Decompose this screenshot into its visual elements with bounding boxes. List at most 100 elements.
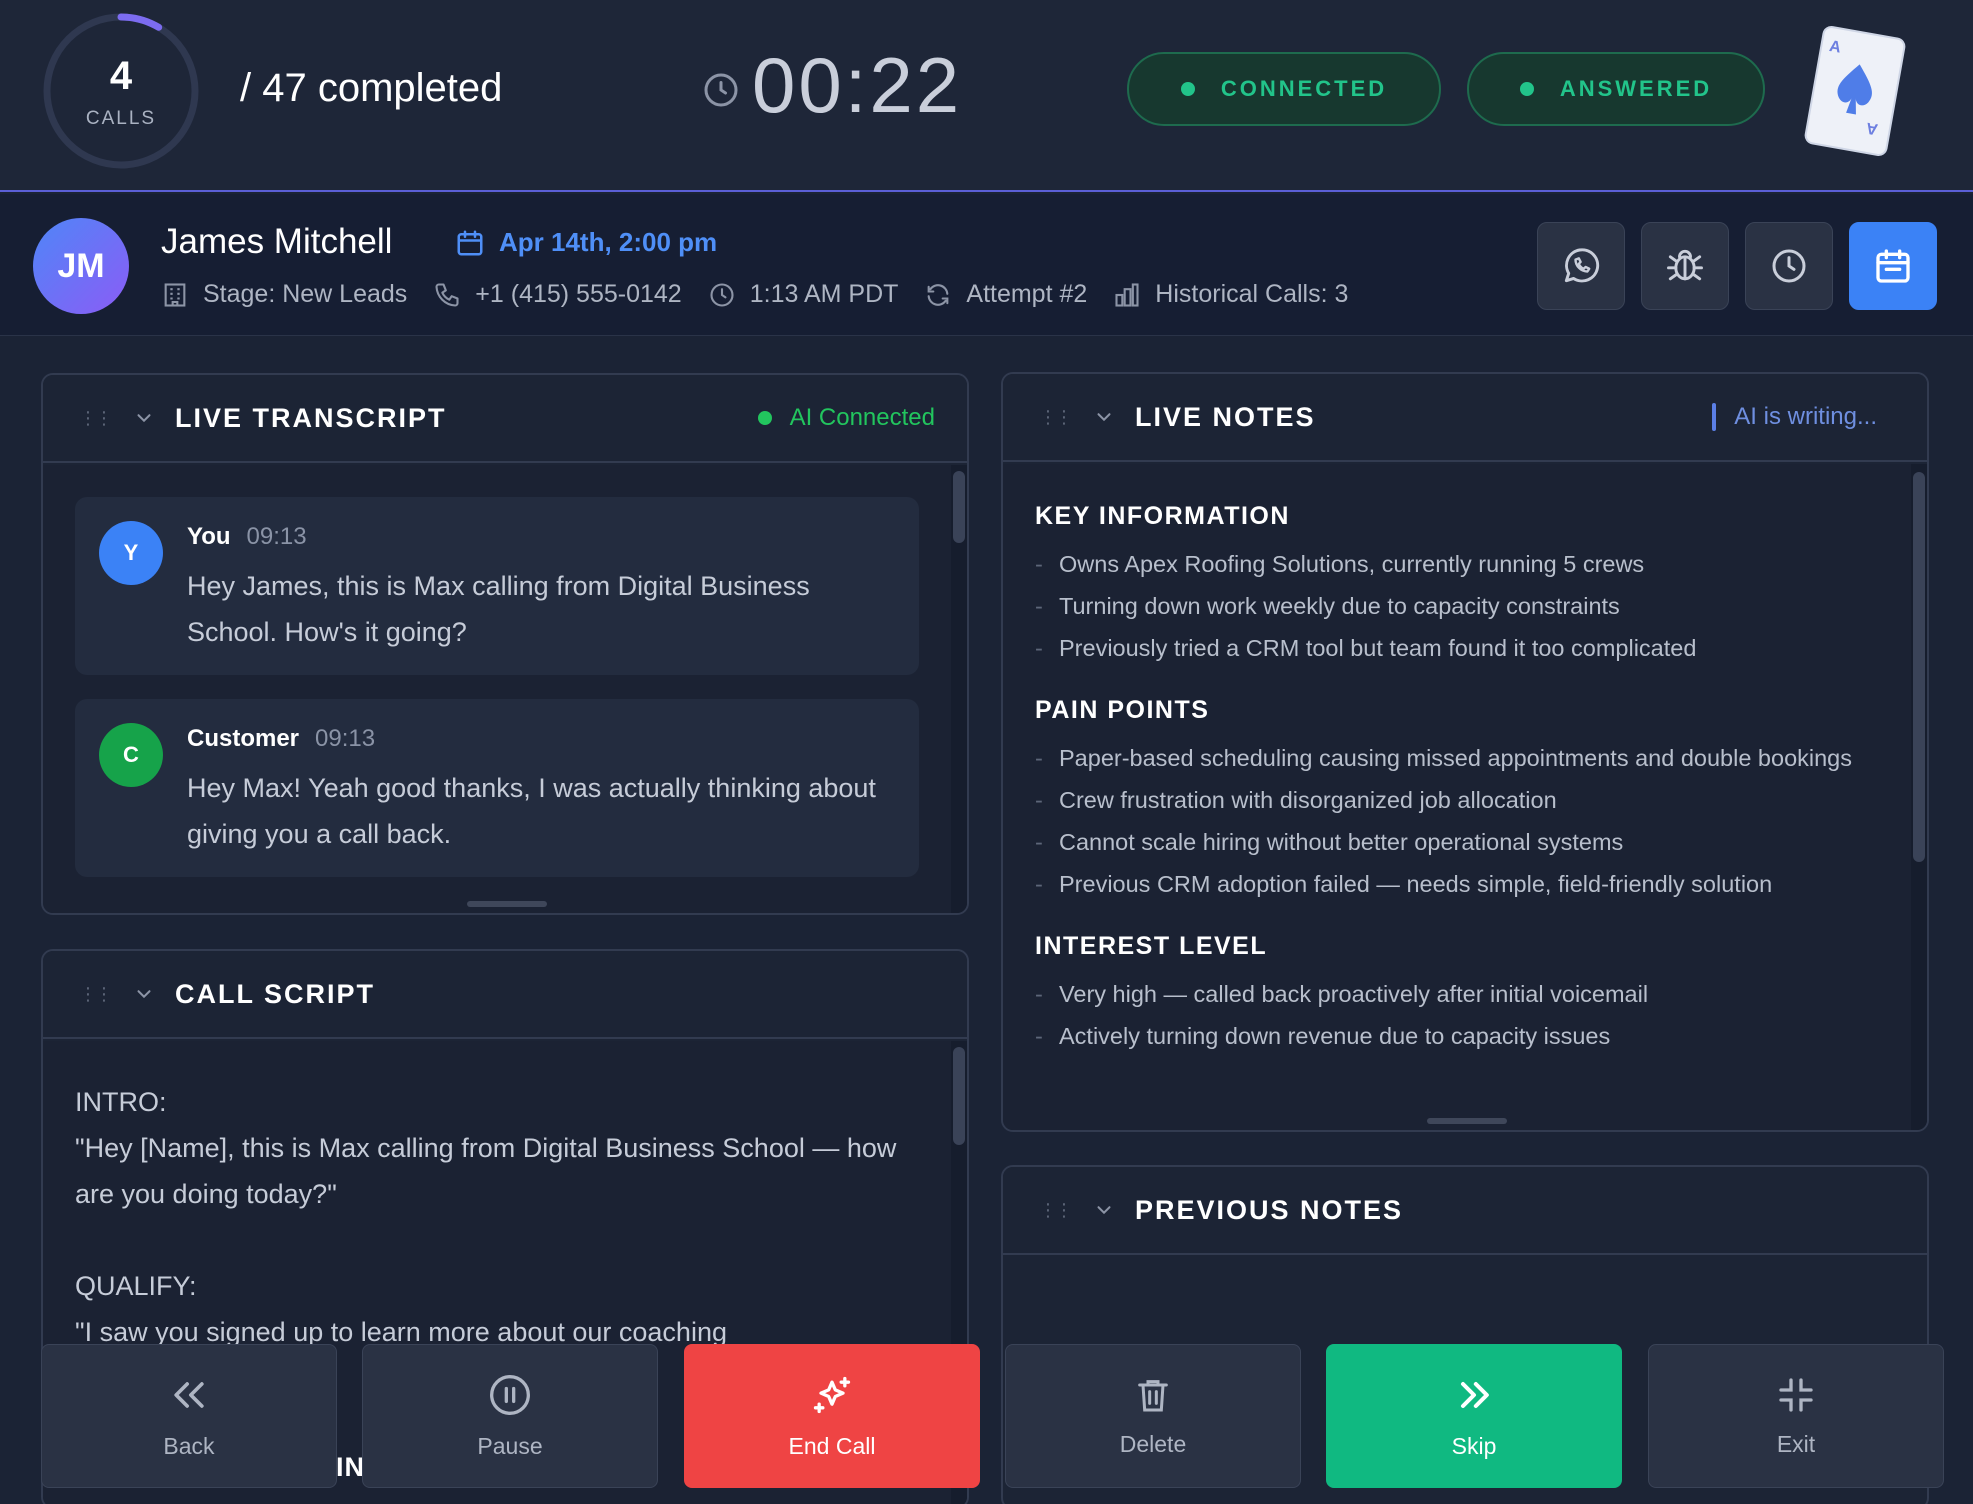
appointment-text: Apr 14th, 2:00 pm	[499, 227, 718, 257]
top-bar: 4 CALLS / 47 completed 00:22 CONNECTED A…	[0, 0, 1973, 192]
script-title: CALL SCRIPT	[175, 978, 376, 1009]
drag-handle-icon[interactable]: ⋮⋮	[1039, 407, 1073, 428]
chevrons-right-icon	[1460, 1381, 1489, 1408]
chevrons-left-icon	[174, 1381, 204, 1408]
speaker-name: You 09:13	[187, 523, 307, 551]
refresh-icon	[928, 283, 949, 306]
speaker-avatar: Y	[99, 521, 163, 585]
previous-notes-header: ⋮⋮ PREVIOUS NOTES	[1003, 1167, 1927, 1255]
local-time-info: 1:13 AM PDT	[708, 280, 899, 309]
end-call-button[interactable]: End Call	[684, 1344, 980, 1488]
list-item: Cannot scale hiring without better opera…	[1035, 823, 1879, 862]
contact-name: James Mitchell	[161, 222, 393, 261]
calls-count: 4	[109, 54, 133, 98]
end-call-label: End Call	[788, 1432, 876, 1459]
transcript-messages: Y You 09:13 Hey James, this is Max callin…	[43, 465, 951, 913]
ai-connected-text: AI Connected	[789, 404, 935, 431]
live-transcript-panel: ⋮⋮ LIVE TRANSCRIPT AI Connected Y You 09:…	[41, 373, 969, 915]
whatsapp-button[interactable]	[1537, 222, 1625, 310]
list-item: Turning down work weekly due to capacity…	[1035, 587, 1879, 626]
sparkles-icon	[813, 1376, 851, 1413]
notes-content: KEY INFORMATION Owns Apex Roofing Soluti…	[1003, 464, 1911, 1130]
skip-label: Skip	[1451, 1432, 1497, 1459]
scrollbar-thumb[interactable]	[1913, 472, 1925, 862]
skip-button[interactable]: Skip	[1326, 1344, 1622, 1488]
chevron-down-icon[interactable]	[1093, 1199, 1115, 1221]
drag-handle-icon[interactable]: ⋮⋮	[1039, 1200, 1073, 1221]
scrollbar-thumb[interactable]	[953, 1047, 965, 1145]
clock-icon	[703, 72, 739, 108]
list-item: Very high — called back proactively afte…	[1035, 975, 1879, 1014]
answered-label: ANSWERED	[1559, 76, 1713, 101]
status-dot-icon	[1519, 82, 1534, 96]
stage-text: Stage: New Leads	[203, 280, 408, 308]
list-item: Previously tried a CRM tool but team fou…	[1035, 629, 1879, 668]
transcript-panel-header: ⋮⋮ LIVE TRANSCRIPT AI Connected	[43, 375, 967, 463]
trash-icon	[1138, 1379, 1168, 1411]
chevron-down-icon[interactable]	[133, 983, 155, 1005]
notes-scrollbar[interactable]	[1911, 464, 1927, 1130]
appointment-link[interactable]: Apr 14th, 2:00 pm	[455, 227, 717, 258]
bug-report-button[interactable]	[1641, 222, 1729, 310]
phone-icon	[435, 282, 459, 307]
back-label: Back	[163, 1432, 215, 1459]
notes-list: Owns Apex Roofing Solutions, currently r…	[1035, 545, 1879, 668]
pause-button[interactable]: Pause	[362, 1344, 658, 1488]
notes-panel-header: ⋮⋮ LIVE NOTES AI is writing...	[1003, 374, 1927, 462]
script-panel-header: ⋮⋮ CALL SCRIPT	[43, 951, 967, 1039]
ace-of-spades-logo-icon: A A	[1800, 24, 1910, 158]
local-time-text: 1:13 AM PDT	[749, 280, 899, 308]
exit-label: Exit	[1776, 1430, 1816, 1457]
chevron-down-icon[interactable]	[133, 407, 155, 429]
message-text: Hey James, this is Max calling from Digi…	[187, 571, 810, 647]
answered-status-badge: ANSWERED	[1467, 52, 1765, 126]
calendar-icon	[1876, 249, 1910, 283]
hidden-panel-title: IN	[336, 1452, 365, 1482]
stage-info: Stage: New Leads	[161, 280, 407, 309]
message-time: 09:13	[315, 725, 376, 752]
ai-connected-status: AI Connected	[757, 404, 935, 432]
bug-icon	[1667, 249, 1703, 281]
ai-writing-text: AI is writing...	[1734, 403, 1877, 430]
list-item: Crew frustration with disorganized job a…	[1035, 781, 1879, 820]
schedule-button[interactable]	[1849, 222, 1937, 310]
resize-handle[interactable]	[467, 901, 547, 907]
attempt-info: Attempt #2	[924, 280, 1087, 309]
back-button[interactable]: Back	[41, 1344, 337, 1488]
ai-writing-status: AI is writing...	[1712, 403, 1877, 431]
resize-handle[interactable]	[1427, 1118, 1507, 1124]
chevron-down-icon[interactable]	[1093, 406, 1115, 428]
building-icon	[164, 282, 186, 307]
delete-button[interactable]: Delete	[1005, 1344, 1301, 1488]
historical-calls-info: Historical Calls: 3	[1113, 280, 1348, 309]
minimize-icon	[1779, 1377, 1813, 1412]
notes-section-title: KEY INFORMATION	[1035, 502, 1290, 530]
drag-handle-icon[interactable]: ⋮⋮	[79, 984, 113, 1005]
delete-label: Delete	[1119, 1430, 1187, 1457]
list-item: Owns Apex Roofing Solutions, currently r…	[1035, 545, 1879, 584]
pause-icon	[490, 1374, 530, 1415]
scrollbar-thumb[interactable]	[953, 471, 965, 543]
clock-icon	[1772, 249, 1806, 283]
call-timer: 00:22	[752, 41, 963, 129]
transcript-scrollbar[interactable]	[951, 465, 967, 913]
exit-button[interactable]: Exit	[1648, 1344, 1944, 1488]
notes-section-title: INTEREST LEVEL	[1035, 932, 1268, 960]
speaker-label: Customer	[187, 725, 300, 752]
message-time: 09:13	[246, 523, 307, 550]
drag-handle-icon[interactable]: ⋮⋮	[79, 408, 113, 429]
live-notes-panel: ⋮⋮ LIVE NOTES AI is writing... KEY INFOR…	[1001, 372, 1929, 1132]
clock-icon	[710, 282, 734, 307]
calls-label: CALLS	[85, 108, 157, 129]
connected-status-badge: CONNECTED	[1127, 52, 1441, 126]
speaker-avatar: C	[99, 723, 163, 787]
phone-text: +1 (415) 555-0142	[475, 280, 682, 308]
speaker-name: Customer 09:13	[187, 725, 375, 753]
notes-list: Very high — called back proactively afte…	[1035, 975, 1879, 1056]
transcript-message: Y You 09:13 Hey James, this is Max callin…	[75, 497, 919, 675]
calls-counter: 4 CALLS	[40, 10, 202, 172]
history-button[interactable]	[1745, 222, 1833, 310]
whatsapp-icon	[1564, 248, 1600, 283]
list-item: Paper-based scheduling causing missed ap…	[1035, 739, 1879, 778]
notes-section-title: PAIN POINTS	[1035, 696, 1210, 724]
